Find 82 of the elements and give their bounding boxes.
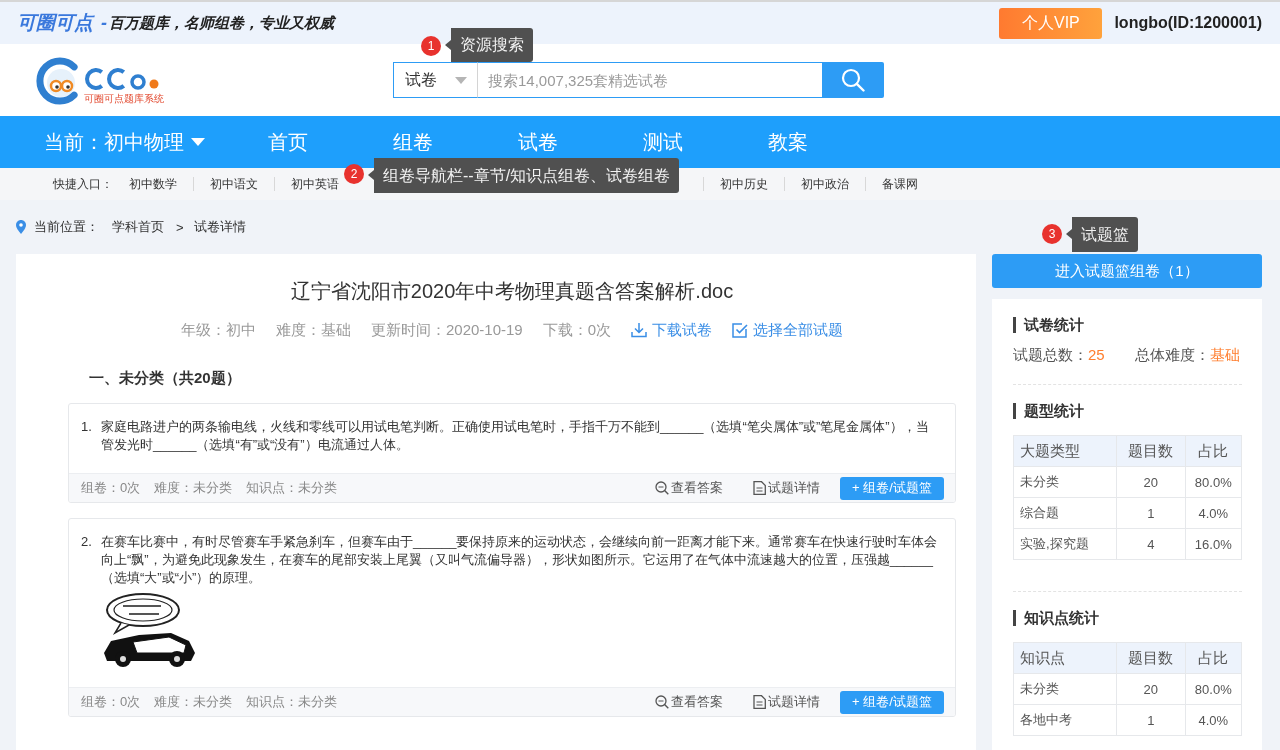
brand-name: 可圈可点 [17, 11, 93, 35]
table-cell: 20 [1116, 466, 1186, 498]
table-cell: 未分类 [1013, 466, 1117, 498]
paper-info: 难度：基础 [275, 320, 351, 340]
quick-links-label: 快捷入口： [53, 175, 113, 193]
question-number: 2. [81, 533, 93, 551]
table-cell: 综合题 [1013, 497, 1117, 529]
stat-item: 试题总数：25 [1013, 345, 1105, 365]
paper-title: 辽宁省沈阳市2020年中考物理真题含答案解析.doc [289, 279, 735, 304]
document-icon [753, 481, 766, 495]
table-cell: 80.0% [1185, 466, 1242, 498]
checked-box-icon [732, 322, 749, 338]
paper-info: 更新时间：2020-10-19 [370, 320, 523, 340]
table-header-cell: 题目数 [1116, 435, 1186, 467]
table-cell: 各地中考 [1013, 704, 1117, 736]
download-link[interactable]: 下载试卷 [631, 319, 713, 341]
scope-dropdown[interactable]: 试卷 [393, 62, 478, 98]
table-cell: 未分类 [1013, 673, 1117, 705]
search-icon [655, 481, 669, 495]
quick-link[interactable]: 初中语文 [210, 177, 258, 191]
question-number: 1. [81, 418, 93, 436]
stat-item: 总体难度：基础 [1135, 345, 1240, 365]
quick-link[interactable]: 初中英语 [291, 177, 339, 191]
tooltip: 组卷导航栏--章节/知识点组卷、试卷组卷 [368, 158, 680, 193]
logo-caption: 可圈可点题库系统 [84, 93, 164, 105]
table-cell: 4.0% [1185, 497, 1242, 529]
user-name[interactable]: longbo(ID:1200001) [1114, 14, 1262, 32]
view-answer-link[interactable]: 查看答案 [655, 693, 723, 711]
question-detail-link[interactable]: 试题详情 [753, 693, 820, 711]
question-text: 在赛车比赛中，有时尽管赛车手紧急刹车，但赛车由于______要保持原来的运动状态，会继续向前一距离才能下来。通常赛车在快速行驶时车体会向上“飘”，为避免此现象发生，在赛车的尾部安装上尾翼（又叫气流偏导器），形状如图所示。它运用了在气体中流速越大的位置，压强越______（选填“大”或“小”）的原理。 [101, 533, 939, 587]
breadcrumb-link[interactable]: 学科首页 [112, 218, 164, 236]
download-icon [631, 322, 648, 338]
tooltip: 资源搜索 [445, 28, 533, 62]
panel-heading: 题型统计 [1013, 403, 1242, 419]
document-icon [753, 695, 766, 709]
question-info: 组卷：0次 [81, 479, 141, 497]
table-cell: 4 [1116, 528, 1186, 560]
search-button[interactable] [822, 62, 884, 98]
quick-link[interactable]: 备课网 [882, 177, 918, 191]
panel-heading: 试卷统计 [1013, 317, 1242, 333]
view-answer-link[interactable]: 查看答案 [655, 479, 723, 497]
paper-info: 年级：初中 [180, 320, 256, 340]
table-cell: 20 [1116, 673, 1186, 705]
quick-link[interactable]: 初中政治 [801, 177, 849, 191]
table-header-cell: 题目数 [1116, 642, 1186, 674]
search-field[interactable]: 搜索14,007,325套精选试卷 [478, 62, 822, 98]
question-info: 难度：未分类 [154, 693, 233, 711]
step-badge: 3 [1042, 224, 1062, 244]
question-info: 知识点：未分类 [246, 479, 338, 497]
brand-dash: - [101, 12, 107, 34]
logo-rings-icon[interactable] [84, 65, 160, 93]
table-header-cell: 知识点 [1013, 642, 1117, 674]
question-detail-link[interactable]: 试题详情 [753, 479, 820, 497]
paper-info: 下载：0次 [542, 320, 612, 340]
tooltip: 试题篮 [1066, 217, 1138, 252]
question-text: 家庭电路进户的两条输电线，火线和零线可以用试电笔判断。正确使用试电笔时，手指千万不能到______（选填“笔尖属体”或”笔尾金属体”），当管发光时______（选填“有”或“没有”）电流通过人体。 [101, 418, 930, 454]
question-info: 难度：未分类 [154, 479, 233, 497]
select-all-link[interactable]: 选择全部试题 [732, 319, 844, 341]
table-cell: 1 [1116, 497, 1186, 529]
slogan: 百万题库，名师组卷，专业又权威 [109, 13, 334, 33]
breadcrumb-separator: > [176, 219, 184, 235]
location-pin-icon [16, 220, 26, 234]
search-icon [655, 695, 669, 709]
table-header-cell: 占比 [1185, 435, 1242, 467]
table-header-cell: 大题类型 [1013, 435, 1117, 467]
section-heading: 一、未分类（共20题） [88, 368, 242, 388]
breadcrumb-label: 当前位置： [34, 218, 99, 236]
table-cell: 实验,探究题 [1013, 528, 1117, 560]
table-header-cell: 占比 [1185, 642, 1242, 674]
panel-heading: 知识点统计 [1013, 610, 1242, 626]
table-cell: 1 [1116, 704, 1186, 736]
table-cell: 16.0% [1185, 528, 1242, 560]
quick-link[interactable]: 初中数学 [129, 177, 177, 191]
breadcrumb-current: 试卷详情 [193, 218, 246, 236]
caret-down-icon [191, 138, 205, 146]
table-cell: 80.0% [1185, 673, 1242, 705]
question-info: 组卷：0次 [81, 693, 141, 711]
table-cell: 4.0% [1185, 704, 1242, 736]
question-info: 知识点：未分类 [246, 693, 338, 711]
caret-down-icon [455, 76, 467, 84]
quick-link[interactable]: 初中历史 [720, 177, 768, 191]
search-icon [841, 68, 865, 92]
